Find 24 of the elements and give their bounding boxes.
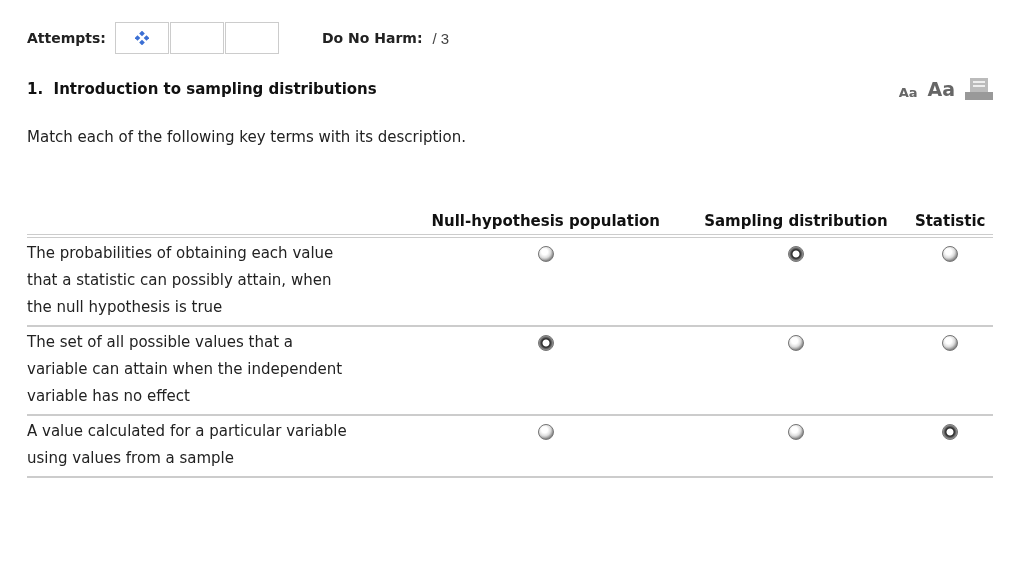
- radio-button[interactable]: [942, 246, 959, 262]
- radio-button[interactable]: [942, 335, 959, 351]
- column-header: Sampling distribution: [704, 212, 888, 230]
- question-prompt: Match each of the following key terms with its description.: [27, 128, 467, 146]
- radio-button[interactable]: [787, 424, 804, 440]
- smaller-text-button[interactable]: Aa: [898, 85, 918, 100]
- print-icon[interactable]: [965, 78, 993, 100]
- attempts-label: Attempts:: [27, 30, 106, 46]
- radio-button[interactable]: [787, 246, 804, 262]
- radio-button[interactable]: [537, 424, 554, 440]
- larger-text-button[interactable]: Aa: [927, 78, 955, 100]
- score: / 3: [432, 29, 450, 47]
- column-header: Statistic: [914, 212, 986, 230]
- term-description: A value calculated for a particular variable using values from a sample: [27, 421, 348, 469]
- question-title: 1. Introduction to sampling distributions: [27, 80, 377, 98]
- term-description: The set of all possible values that a variable can attain when the independent variable has no effect: [27, 332, 344, 407]
- radio-button[interactable]: [942, 424, 959, 440]
- column-header: Null-hypothesis population: [431, 212, 660, 230]
- diamond-dots-icon: [134, 31, 149, 45]
- radio-button[interactable]: [787, 335, 804, 351]
- radio-button[interactable]: [537, 246, 554, 262]
- do-no-harm-label: Do No Harm:: [321, 30, 423, 46]
- radio-button[interactable]: [537, 335, 554, 351]
- term-description: The probabilities of obtaining each value that a statistic can possibly attain, when the null hypothesis is true: [27, 243, 335, 318]
